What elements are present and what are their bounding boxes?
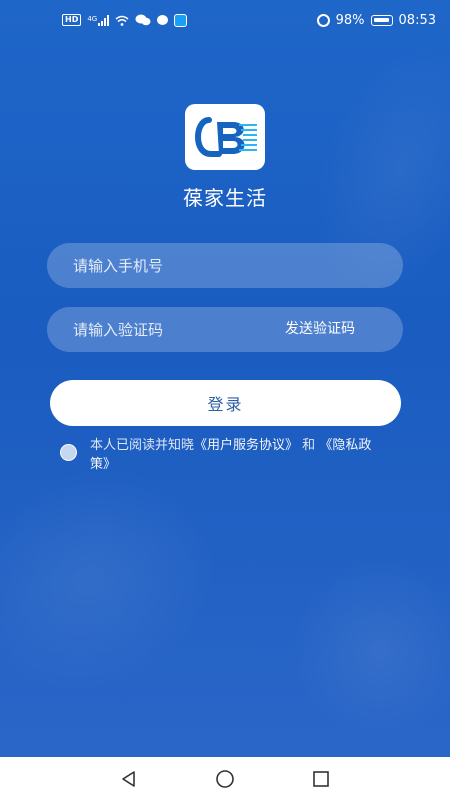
- wechat-icon: [135, 14, 151, 26]
- user-agreement-link[interactable]: 《用户服务协议》: [194, 438, 298, 453]
- agreement-conjunction: 和: [302, 438, 316, 453]
- battery-icon: [370, 14, 393, 26]
- login-button[interactable]: 登录: [50, 380, 401, 426]
- app-title: 葆家生活: [183, 186, 267, 210]
- phone-field: [47, 243, 403, 288]
- status-right: 98% 08:53: [316, 12, 436, 28]
- phone-input[interactable]: [47, 243, 387, 288]
- navigation-bar: [0, 757, 450, 800]
- status-bar: HD 4G 98% 08:53: [0, 0, 450, 40]
- agreement-text: 本人已阅读并知晓《用户服务协议》 和 《隐私政策》: [90, 436, 390, 474]
- agreement-radio[interactable]: [60, 444, 77, 461]
- home-icon: [216, 769, 234, 788]
- battery-percent: 98%: [335, 12, 365, 28]
- agreement-prefix: 本人已阅读并知晓: [90, 438, 195, 453]
- signal-icon: 4G: [87, 14, 110, 26]
- login-screen: HD 4G 98% 08:53 葆家生活 请输入手机号 请输入验证码 发送验证码…: [0, 0, 450, 757]
- app-logo: [185, 104, 265, 170]
- code-input[interactable]: [47, 307, 257, 352]
- network-type: 4G: [87, 14, 98, 23]
- home-button[interactable]: [213, 767, 237, 791]
- wifi-icon: [115, 15, 129, 26]
- app-notification-icon: [174, 13, 188, 27]
- status-left: HD 4G: [62, 13, 188, 27]
- message-icon: [157, 15, 169, 25]
- alarm-icon: [316, 13, 330, 27]
- background-decoration: [290, 560, 450, 740]
- recents-button[interactable]: [309, 767, 333, 791]
- app-logo-icon: [195, 117, 257, 157]
- code-field: 发送验证码: [47, 307, 403, 352]
- hd-icon: HD: [62, 14, 82, 26]
- status-time: 08:53: [398, 12, 436, 28]
- send-code-button[interactable]: 发送验证码: [285, 307, 355, 352]
- back-icon: [122, 770, 135, 787]
- recents-icon: [313, 770, 329, 787]
- back-button[interactable]: [117, 767, 141, 791]
